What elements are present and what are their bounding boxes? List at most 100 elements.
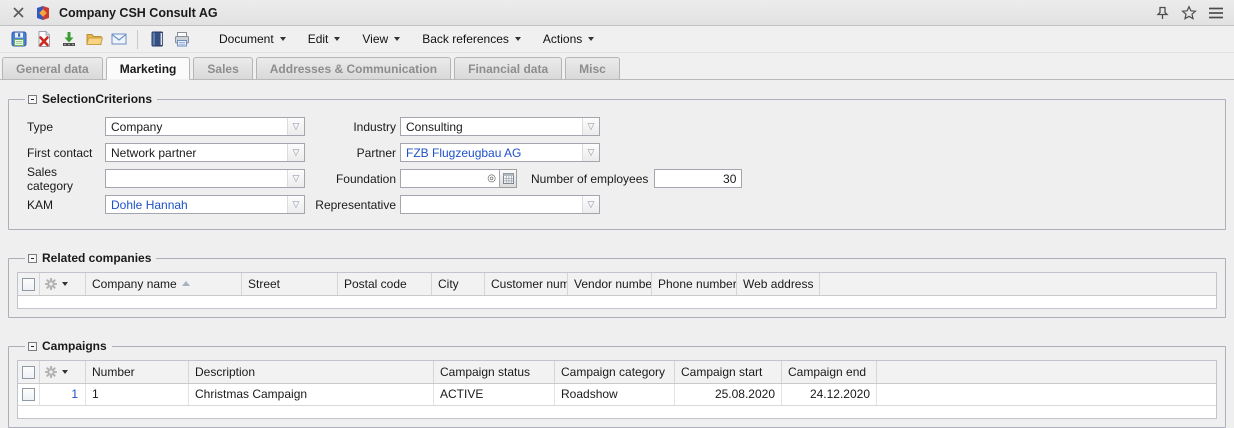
col-filler [820,273,1216,295]
cell-campaign-start: 25.08.2020 [675,384,782,405]
col-campaign-end[interactable]: Campaign end [782,361,877,383]
employees-input[interactable]: 30 [654,169,742,188]
dropdown-arrow-icon: ▽ [582,118,599,135]
empty-table-body [18,296,1216,308]
cell-number: 1 [86,384,189,405]
tab-general-data[interactable]: General data [2,57,103,79]
email-icon[interactable] [106,28,131,51]
table-settings-button[interactable] [40,273,86,295]
empty-table-body [18,406,1216,418]
table-settings-button[interactable] [40,361,86,383]
section-related-companies: Related companies [8,251,1226,318]
menu-edit-label: Edit [308,32,329,46]
pin-icon[interactable] [1153,4,1171,22]
collapse-icon[interactable] [28,254,37,263]
section-selection-criterions: SelectionCriterions Type Company ▽ Indus… [8,92,1226,230]
save-icon[interactable] [6,28,31,51]
section-title: Campaigns [42,339,107,353]
window-title: Company CSH Consult AG [59,6,218,20]
import-icon[interactable] [56,28,81,51]
col-campaign-status[interactable]: Campaign status [434,361,555,383]
app-logo-icon [34,4,52,22]
sales-category-value [106,170,287,187]
col-customer-number[interactable]: Customer number [485,273,568,295]
kam-link[interactable]: Dohle Hannah [106,196,287,213]
date-target-icon: ◎ [487,173,496,184]
table-header-row: Number Description Campaign status Campa… [18,361,1216,384]
select-all-checkbox[interactable] [22,278,35,291]
col-street[interactable]: Street [242,273,338,295]
delete-document-icon[interactable] [31,28,56,51]
first-contact-select[interactable]: Network partner ▽ [105,143,305,162]
dropdown-arrow-icon: ▽ [287,144,304,161]
journal-icon[interactable] [144,28,169,51]
menu-document[interactable]: Document [208,28,297,50]
foundation-date-field[interactable]: ◎ [400,169,500,188]
dropdown-arrow-icon: ▽ [287,118,304,135]
sales-category-select[interactable]: ▽ [105,169,305,188]
select-all-checkbox[interactable] [22,366,35,379]
col-vendor-number[interactable]: Vendor number [568,273,652,295]
kam-select[interactable]: Dohle Hannah ▽ [105,195,305,214]
type-select[interactable]: Company ▽ [105,117,305,136]
partner-label: Partner [305,146,400,160]
collapse-icon[interactable] [28,342,37,351]
favorite-star-icon[interactable] [1180,4,1198,22]
col-description[interactable]: Description [189,361,434,383]
tab-marketing[interactable]: Marketing [106,57,191,80]
col-filler [877,361,1216,383]
menu-view-label: View [362,32,388,46]
tab-strip: General data Marketing Sales Addresses &… [0,53,1234,80]
sales-category-label: Sales category [17,165,105,193]
col-phone-number[interactable]: Phone number [652,273,737,295]
tab-sales[interactable]: Sales [193,57,252,79]
dropdown-arrow-icon: ▽ [582,144,599,161]
cell-filler [877,384,1216,405]
table-row[interactable]: 1 1 Christmas Campaign ACTIVE Roadshow 2… [18,384,1216,406]
col-company-name[interactable]: Company name [86,273,242,295]
tab-financial-data[interactable]: Financial data [454,57,562,79]
calendar-icon[interactable] [500,169,517,188]
campaigns-table: Number Description Campaign status Campa… [17,360,1217,419]
row-checkbox[interactable] [22,388,35,401]
representative-select[interactable]: ▽ [400,195,600,214]
partner-select[interactable]: FZB Flugzeugbau AG ▽ [400,143,600,162]
menu-back-references[interactable]: Back references [411,28,532,50]
gear-icon [44,277,58,291]
type-label: Type [17,120,105,134]
menu-edit[interactable]: Edit [297,28,352,50]
close-icon[interactable] [9,4,27,22]
menu-actions[interactable]: Actions [532,28,605,50]
col-number[interactable]: Number [86,361,189,383]
tab-addresses-communication[interactable]: Addresses & Communication [256,57,451,79]
dropdown-arrow-icon: ▽ [582,196,599,213]
section-title: Related companies [42,251,151,265]
representative-label: Representative [305,198,400,212]
related-companies-table: Company name Street Postal code City Cus… [17,272,1217,309]
partner-link[interactable]: FZB Flugzeugbau AG [401,144,582,161]
sort-asc-icon [182,281,190,286]
representative-value [401,196,582,213]
table-header-row: Company name Street Postal code City Cus… [18,273,1216,296]
col-web-address[interactable]: Web address [737,273,820,295]
cell-description: Christmas Campaign [189,384,434,405]
collapse-icon[interactable] [28,95,37,104]
col-campaign-start[interactable]: Campaign start [675,361,782,383]
industry-select[interactable]: Consulting ▽ [400,117,600,136]
col-postal-code[interactable]: Postal code [338,273,432,295]
dropdown-arrow-icon: ▽ [287,196,304,213]
print-icon[interactable] [169,28,194,51]
chevron-down-icon [334,37,340,41]
col-campaign-category[interactable]: Campaign category [555,361,675,383]
row-checkbox-cell [18,384,40,405]
open-folder-icon[interactable] [81,28,106,51]
menu-view[interactable]: View [351,28,411,50]
tab-misc[interactable]: Misc [565,57,620,79]
hamburger-menu-icon[interactable] [1207,4,1225,22]
first-contact-value: Network partner [106,144,287,161]
kam-label: KAM [17,198,105,212]
row-open-link[interactable]: 1 [40,384,86,405]
chevron-down-icon [394,37,400,41]
industry-value: Consulting [401,118,582,135]
col-city[interactable]: City [432,273,485,295]
